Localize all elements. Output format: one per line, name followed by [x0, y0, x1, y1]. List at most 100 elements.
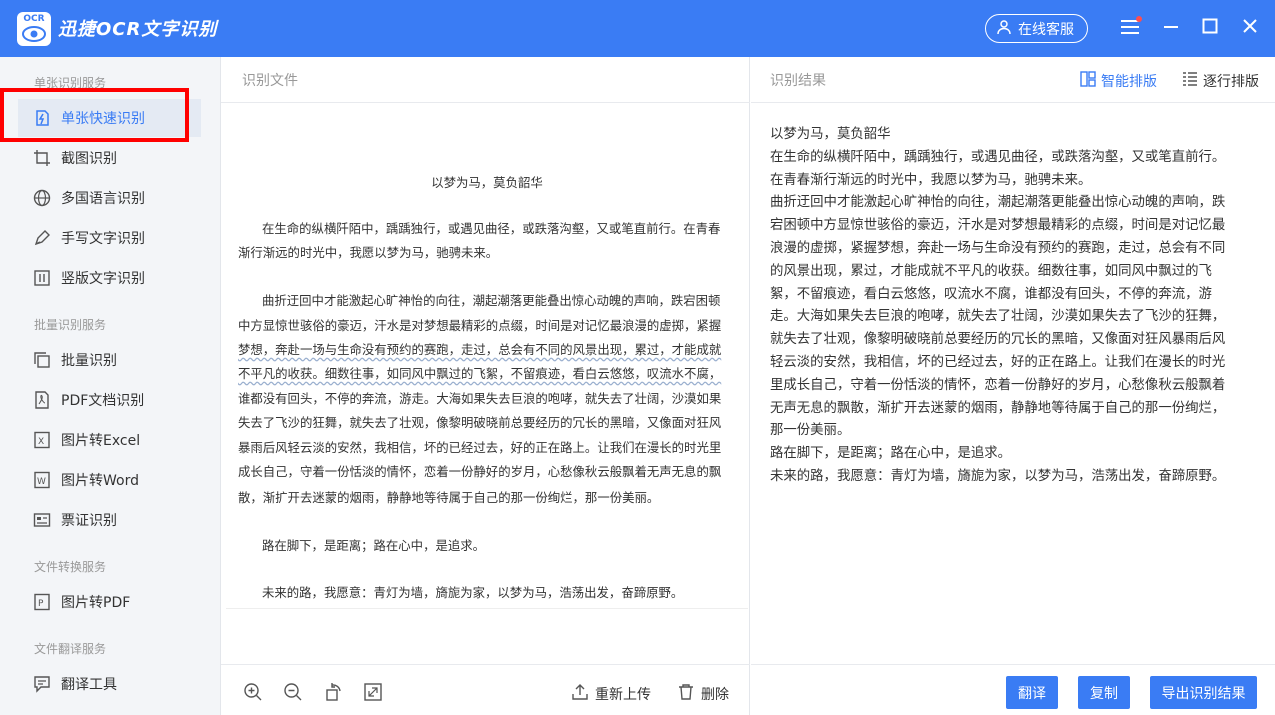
result-line: 宕困顿中方显惊世骇俗的豪迈，汗水是对梦想最精彩的点缀，时间是对记忆最	[770, 218, 1226, 234]
result-line: 以梦为马，莫负韶华	[770, 127, 891, 142]
delete-label: 删除	[701, 687, 729, 703]
sidebar-item-multilang[interactable]: 多国语言识别	[18, 179, 201, 217]
maximize-icon	[1202, 18, 1218, 38]
zoom-out-button[interactable]	[283, 682, 303, 702]
doc-title: 以梦为马，莫负韶华	[431, 175, 543, 190]
result-line: 在青春渐行渐远的时光中，我愿以梦为马，驰骋未来。	[770, 172, 1092, 188]
vertical-text-icon	[32, 268, 52, 288]
source-file-title: 识别文件	[242, 72, 298, 89]
close-button[interactable]	[1236, 14, 1264, 42]
excel-icon: X	[32, 430, 52, 450]
line-layout-tab[interactable]: 逐行排版	[1182, 71, 1259, 91]
result-line: 浪漫的虚掷，紧握梦想，奔赴一场与生命没有预约的赛跑，走过，总会有不同	[770, 240, 1226, 256]
sidebar-item-label: 多国语言识别	[61, 191, 145, 207]
doc-line: 失去了飞沙的狂舞，就失去了壮观，像黎明破晓前总要经历的冗长的黑暗，又像面对狂风	[238, 415, 722, 430]
app-logo-icon: OCR	[17, 12, 51, 46]
sidebar-item-label: 手写文字识别	[61, 231, 145, 247]
export-result-button[interactable]: 导出识别结果	[1150, 676, 1257, 709]
menu-button[interactable]	[1116, 14, 1144, 42]
doc-line: 不平凡的收获。细数往事，如同风中飘过的飞絮，不留痕迹，看白云悠悠，叹流水不腐，	[238, 366, 722, 381]
result-line: 曲折迂回中才能激起心旷神怡的向往，潮起潮落更能叠出惊心动魄的声响，跌	[770, 195, 1226, 211]
highlight-box-active-item	[0, 88, 189, 142]
result-line: 路在脚下，是距离；路在心中，是追求。	[770, 446, 1012, 462]
logo-text: OCR	[23, 14, 45, 24]
sidebar-item-label: 图片转Excel	[61, 433, 141, 449]
sidebar-item-label: 票证识别	[61, 513, 117, 529]
batch-icon	[32, 350, 52, 370]
sidebar-item-label: 批量识别	[61, 353, 117, 369]
result-title: 识别结果	[770, 72, 826, 89]
rotate-button[interactable]	[323, 682, 343, 702]
doc-line: 梦想，奔赴一场与生命没有预约的赛跑，走过，总会有不同的风景出现，累过，才能成就	[238, 342, 722, 357]
doc-line: 散，渐扩开去迷蒙的烟雨，静静地等待属于自己的那一份绚烂，那一份美丽。	[238, 490, 660, 505]
sidebar-item-img-to-pdf[interactable]: P 图片转PDF	[18, 583, 201, 621]
sidebar-item-pdf-doc[interactable]: PDF文档识别	[18, 381, 201, 419]
online-service-label: 在线客服	[1018, 21, 1074, 38]
user-icon	[996, 19, 1012, 39]
result-line: 走。大海如果失去巨浪的咆哮，就失去了壮阔，沙漠如果失去了飞沙的狂舞，	[770, 309, 1226, 325]
sidebar-item-handwriting[interactable]: 手写文字识别	[18, 219, 201, 257]
result-text[interactable]: 以梦为马，莫负韶华 在生命的纵横阡陌中，踽踽独行，或遇见曲径，或跌落沟壑，又或笔…	[770, 124, 1250, 489]
minimize-button[interactable]	[1157, 14, 1185, 42]
result-line: 在生命的纵横阡陌中，踽踽独行，或遇见曲径，或跌落沟壑，又或笔直前行。	[770, 149, 1226, 165]
copy-button[interactable]: 复制	[1078, 676, 1130, 709]
smart-layout-tab[interactable]: 智能排版	[1080, 71, 1157, 91]
sidebar-item-batch[interactable]: 批量识别	[18, 341, 201, 379]
reupload-button[interactable]: 重新上传	[571, 683, 651, 705]
doc-line: 谁都没有回头，不停的奔流，游走。大海如果失去巨浪的咆哮，就失去了壮阔，沙漠如果	[238, 391, 722, 406]
maximize-button[interactable]	[1196, 14, 1224, 42]
result-line: 那一份美丽。	[770, 423, 851, 439]
sidebar-item-label: PDF文档识别	[61, 393, 145, 409]
line-layout-icon	[1182, 71, 1198, 91]
sidebar-item-word[interactable]: W 图片转Word	[18, 461, 201, 499]
sidebar-group-convert: 文件转换服务	[34, 560, 107, 574]
pen-icon	[32, 228, 52, 248]
zoom-in-icon	[243, 683, 263, 706]
source-file-header: 识别文件	[221, 57, 750, 103]
crop-icon	[32, 148, 52, 168]
result-line: 里成长自己，守着一份恬淡的情怀，恋着一份静好的岁月，心愁像秋云般飘着	[770, 377, 1226, 393]
trash-icon	[677, 683, 695, 705]
zoom-in-button[interactable]	[243, 682, 263, 702]
doc-line: 渐行渐远的时光中，我愿以梦为马，驰骋未来。	[238, 245, 499, 260]
fit-screen-icon	[363, 683, 383, 706]
doc-line: 路在脚下，是距离；路在心中，是追求。	[262, 538, 486, 553]
result-line: 絮，不留痕迹，看白云悠悠，叹流水不腐，谁都没有回头，不停的奔流，游	[770, 286, 1212, 302]
rotate-icon	[323, 683, 343, 706]
result-line: 轻云淡的安然，我相信，坏的已经过去，好的正在路上。让我们在漫长的时光	[770, 354, 1226, 370]
result-line: 未来的路，我愿意：青灯为墙，旖旎为家，以梦为马，浩荡出发，奋蹄原野。	[770, 468, 1226, 484]
translate-icon	[32, 674, 52, 694]
doc-line: 在生命的纵横阡陌中，踽踽独行，或遇见曲径，或跌落沟壑，又或笔直前行。在青春	[262, 221, 721, 236]
minimize-icon	[1163, 18, 1179, 38]
document-preview: 以梦为马，莫负韶华 在生命的纵横阡陌中，踽踽独行，或遇见曲径，或跌落沟壑，又或笔…	[226, 104, 748, 609]
svg-text:W: W	[37, 477, 46, 487]
online-service-button[interactable]: 在线客服	[985, 14, 1088, 43]
doc-line: 曲折迂回中才能激起心旷神怡的向往，潮起潮落更能叠出惊心动魄的声响，跌宕困顿	[262, 293, 721, 308]
translate-button[interactable]: 翻译	[1006, 676, 1058, 709]
app-title: 迅捷OCR文字识别	[58, 19, 218, 40]
notification-dot	[1136, 16, 1142, 22]
result-line: 无声无息的飘散，渐扩开去迷蒙的烟雨，静静地等待属于自己的那一份绚烂，	[770, 400, 1226, 416]
doc-line: 成长自己，守着一份恬淡的情怀，恋着一份静好的岁月，心愁像秋云般飘着无声无息的飘	[238, 464, 722, 479]
sidebar-group-batch: 批量识别服务	[34, 318, 107, 332]
close-icon	[1242, 18, 1258, 38]
doc-line: 暴雨后风轻云淡的安然，我相信，坏的已经过去，好的正在路上。让我们在漫长的时光里	[238, 440, 722, 455]
sidebar-item-excel[interactable]: X 图片转Excel	[18, 421, 201, 459]
sidebar-item-translate[interactable]: 翻译工具	[18, 665, 201, 703]
title-bar: OCR 迅捷OCR文字识别 在线客服	[0, 0, 1275, 57]
sidebar-item-ticket[interactable]: 票证识别	[18, 501, 201, 539]
sidebar-group-translate: 文件翻译服务	[34, 642, 107, 656]
reupload-label: 重新上传	[595, 687, 651, 703]
line-layout-label: 逐行排版	[1203, 74, 1259, 90]
svg-text:P: P	[38, 599, 44, 609]
sidebar-item-vertical[interactable]: 竖版文字识别	[18, 259, 201, 297]
result-line: 就失去了壮观，像黎明破晓前总要经历的冗长的黑暗，又像面对狂风暴雨后风	[770, 332, 1226, 348]
fit-screen-button[interactable]	[363, 682, 383, 702]
sidebar-item-label: 截图识别	[61, 151, 117, 167]
sidebar-item-label: 图片转Word	[61, 473, 139, 489]
pdf-convert-icon: P	[32, 592, 52, 612]
sidebar-item-label: 图片转PDF	[61, 595, 131, 611]
sidebar-item-screenshot[interactable]: 截图识别	[18, 139, 201, 177]
delete-button[interactable]: 删除	[677, 683, 729, 705]
result-line: 的风景出现，累过，才能成就不平凡的收获。细数往事，如同风中飘过的飞	[770, 263, 1212, 279]
